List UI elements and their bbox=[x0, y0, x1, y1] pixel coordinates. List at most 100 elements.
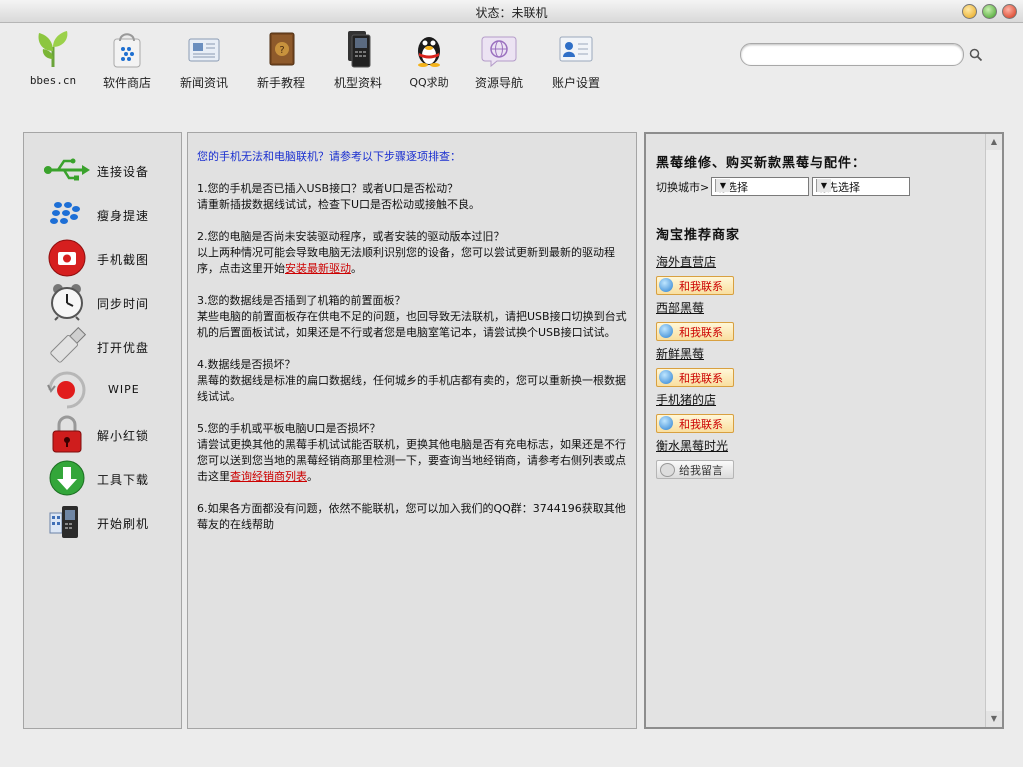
toolbar-tutorial[interactable]: ? 新手教程 bbox=[247, 29, 315, 91]
red-lock-icon bbox=[52, 415, 82, 453]
toolbar-label: 机型资料 bbox=[333, 76, 382, 90]
camera-icon bbox=[48, 239, 86, 277]
taobao-heading-wrap: 淘宝推荐商家 bbox=[656, 224, 740, 243]
contact-button-label: 和我联系 bbox=[679, 372, 723, 385]
qq-penguin-icon bbox=[418, 37, 440, 67]
dealer-heading: 黑莓维修、购买新款黑莓与配件： bbox=[656, 156, 867, 171]
sidebar-item-start-flash[interactable]: 开始刷机 bbox=[42, 503, 182, 541]
phone-stack-icon bbox=[348, 31, 371, 68]
install-driver-link[interactable]: 安装最新驱动 bbox=[285, 262, 351, 275]
sidebar-item-label: 开始刷机 bbox=[97, 517, 150, 531]
dealer-heading-wrap: 黑莓维修、购买新款黑莓与配件： bbox=[656, 152, 866, 171]
maximize-button[interactable] bbox=[982, 4, 997, 19]
window-title: 状态：未联机 bbox=[475, 6, 548, 20]
scroll-up-icon[interactable]: ▲ bbox=[986, 134, 1002, 150]
sidebar-item-sync-time[interactable]: 同步时间 bbox=[42, 283, 182, 321]
message-button-label: 给我留言 bbox=[679, 464, 723, 477]
contact-me-button[interactable]: 和我联系 bbox=[656, 276, 734, 295]
toolbar-label: 软件商店 bbox=[102, 76, 151, 90]
sidebar-item-connect-device[interactable]: 连接设备 bbox=[42, 151, 182, 189]
shop-link[interactable]: 新鲜黑莓 bbox=[656, 345, 704, 362]
sidebar-item-label: 同步时间 bbox=[97, 297, 150, 311]
guide-step-5: 5.您的手机或平板电脑U口是否损坏？ 请尝试更换其他的黑莓手机试试能否联机，更换… bbox=[197, 421, 627, 485]
step-title: 3.您的数据线是否插到了机箱的前置面板？ bbox=[197, 294, 406, 307]
blackberry-logo-icon bbox=[50, 202, 80, 224]
leave-message-button[interactable]: 给我留言 bbox=[656, 460, 734, 479]
flash-phone-icon bbox=[49, 506, 78, 538]
shop-link[interactable]: 手机猪的店 bbox=[656, 391, 716, 408]
user-card-icon bbox=[559, 36, 593, 62]
contact-me-button[interactable]: 和我联系 bbox=[656, 414, 734, 433]
shop-link[interactable]: 西部黑莓 bbox=[656, 299, 704, 316]
toolbar-resource-nav[interactable]: 资源导航 bbox=[465, 29, 533, 91]
dealer-list-link[interactable]: 查询经销商列表 bbox=[230, 470, 307, 483]
search-input[interactable] bbox=[751, 47, 955, 63]
step-title: 1.您的手机是否已插入USB接口？或者U口是否松动？ bbox=[197, 182, 459, 195]
step-body: 以上两种情况可能会导致电脑无法顺利识别您的设备，您可以尝试更新到最新的驱动程序，… bbox=[197, 246, 615, 275]
message-icon bbox=[660, 463, 675, 477]
toolbar-home[interactable]: bbes.cn bbox=[19, 29, 87, 87]
guide-step-1: 1.您的手机是否已插入USB接口？或者U口是否松动？ 请重新插拔数据线试试，检查… bbox=[197, 181, 627, 213]
shopping-bag-icon bbox=[113, 33, 141, 68]
step-body: 请重新插拔数据线试试，检查下U口是否松动或接触不良。 bbox=[197, 198, 481, 211]
guide-step-3: 3.您的数据线是否插到了机箱的前置面板？ 某些电脑的前置面板存在供电不足的问题，… bbox=[197, 293, 627, 341]
troubleshoot-guide: 您的手机无法和电脑联机？请参考以下步骤逐项排查： 1.您的手机是否已插入USB接… bbox=[187, 132, 637, 729]
svg-text:?: ? bbox=[279, 45, 284, 56]
step-title: 4.数据线是否损坏？ bbox=[197, 358, 296, 371]
taobao-heading: 淘宝推荐商家 bbox=[656, 228, 741, 243]
dealer-panel: 黑莓维修、购买新款黑莓与配件： 切换城市> 请选择 ▼ 请先选择 ▼ 淘宝推荐商… bbox=[644, 132, 1004, 729]
newspaper-icon bbox=[188, 38, 220, 62]
toolbar-software-store[interactable]: 软件商店 bbox=[93, 29, 161, 91]
scroll-down-icon[interactable]: ▼ bbox=[986, 711, 1002, 727]
city-label: 切换城市> bbox=[656, 181, 710, 194]
guide-intro: 您的手机无法和电脑联机？请参考以下步骤逐项排查： bbox=[197, 150, 461, 163]
toolbar-models[interactable]: 机型资料 bbox=[324, 29, 392, 91]
sidebar-item-label: WIPE bbox=[108, 383, 140, 396]
toolbar-qq-help[interactable]: QQ求助 bbox=[395, 29, 463, 90]
chat-bubble-icon bbox=[659, 324, 673, 338]
chat-bubble-icon bbox=[659, 416, 673, 430]
globe-chat-icon bbox=[481, 36, 517, 68]
contact-me-button[interactable]: 和我联系 bbox=[656, 322, 734, 341]
guide-step-6: 6.如果各方面都没有问题，依然不能联机，您可以加入我们的QQ群：3744196获… bbox=[197, 502, 626, 531]
alarm-clock-icon bbox=[51, 284, 83, 321]
search-icon[interactable] bbox=[969, 48, 983, 62]
guide-step-2: 2.您的电脑是否尚未安装驱动程序，或者安装的驱动版本过旧？ 以上两种情况可能会导… bbox=[197, 229, 627, 277]
toolbar-account-settings[interactable]: 账户设置 bbox=[542, 29, 610, 91]
title-bar: 状态：未联机 bbox=[0, 0, 1023, 23]
download-arrow-icon bbox=[49, 460, 85, 496]
toolbar-label: 新手教程 bbox=[256, 76, 305, 90]
toolbar-label: bbes.cn bbox=[29, 74, 77, 87]
sidebar-item-screenshot[interactable]: 手机截图 bbox=[42, 239, 182, 277]
guide-text: 您的手机无法和电脑联机？请参考以下步骤逐项排查： 1.您的手机是否已插入USB接… bbox=[197, 149, 627, 549]
step-body: 某些电脑的前置面板存在供电不足的问题，也回导致无法联机，请把USB接口切换到台式… bbox=[197, 310, 627, 339]
sprout-icon bbox=[38, 31, 68, 67]
sidebar-item-slim-speedup[interactable]: 瘦身提速 bbox=[42, 195, 182, 233]
step-end: 。 bbox=[307, 470, 318, 483]
guide-step-4: 4.数据线是否损坏？ 黑莓的数据线是标准的扁口数据线，任何城乡的手机店都有卖的，… bbox=[197, 357, 627, 405]
province-select[interactable]: 请选择 ▼ bbox=[711, 177, 809, 196]
contact-button-label: 和我联系 bbox=[679, 326, 723, 339]
contact-me-button[interactable]: 和我联系 bbox=[656, 368, 734, 387]
vertical-scrollbar[interactable]: ▲ ▼ bbox=[985, 134, 1002, 727]
sidebar-item-label: 解小红锁 bbox=[97, 429, 150, 443]
minimize-button[interactable] bbox=[962, 4, 977, 19]
shop-link[interactable]: 衡水黑莓时光 bbox=[656, 437, 728, 454]
toolbar-label: QQ求助 bbox=[409, 76, 449, 89]
sidebar-item-wipe[interactable]: WIPE bbox=[42, 371, 182, 409]
sidebar-item-tool-download[interactable]: 工具下载 bbox=[42, 459, 182, 497]
city-select[interactable]: 请先选择 ▼ bbox=[812, 177, 910, 196]
chat-bubble-icon bbox=[659, 278, 673, 292]
wipe-record-icon bbox=[47, 371, 86, 409]
sidebar-item-label: 瘦身提速 bbox=[97, 209, 150, 223]
usb-icon bbox=[44, 158, 90, 181]
toolbar-news[interactable]: 新闻资讯 bbox=[170, 29, 238, 91]
close-button[interactable] bbox=[1002, 4, 1017, 19]
chevron-down-icon[interactable]: ▼ bbox=[715, 179, 730, 192]
sidebar-item-label: 连接设备 bbox=[97, 165, 150, 179]
sidebar-item-unlock-red-lock[interactable]: 解小红锁 bbox=[42, 415, 182, 453]
chevron-down-icon[interactable]: ▼ bbox=[816, 179, 831, 192]
search-box[interactable] bbox=[740, 43, 964, 66]
sidebar-item-open-udisk[interactable]: 打开优盘 bbox=[42, 327, 182, 365]
shop-link[interactable]: 海外直营店 bbox=[656, 253, 716, 270]
